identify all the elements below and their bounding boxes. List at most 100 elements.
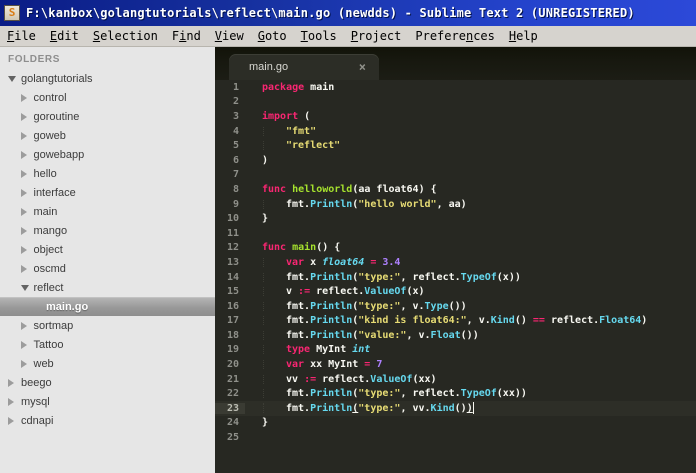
sidebar-item-golangtutorials[interactable]: golangtutorials	[0, 69, 215, 88]
menu-selection[interactable]: Selection	[86, 26, 165, 46]
menu-goto[interactable]: Goto	[251, 26, 294, 46]
menu-edit[interactable]: Edit	[43, 26, 86, 46]
code-line[interactable]: 23 fmt.Println("type:", vv.Kind())	[215, 401, 696, 416]
triangle-right-glyph	[20, 150, 27, 159]
menu-project[interactable]: Project	[344, 26, 409, 46]
sidebar-item-reflect[interactable]: reflect	[0, 278, 215, 297]
code-line[interactable]: 9 fmt.Println("hello world", aa)	[215, 197, 696, 212]
code-line[interactable]: 21 vv := reflect.ValueOf(xx)	[215, 372, 696, 387]
collapsed-arrow-icon[interactable]	[20, 226, 34, 235]
collapsed-arrow-icon[interactable]	[20, 188, 34, 197]
sidebar-item-mango[interactable]: mango	[0, 221, 215, 240]
code-line[interactable]: 11	[215, 226, 696, 241]
menu-find[interactable]: Find	[165, 26, 208, 46]
expanded-arrow-icon[interactable]	[20, 284, 34, 291]
collapsed-arrow-icon[interactable]	[8, 416, 21, 425]
code-line[interactable]: 25	[215, 430, 696, 445]
triangle-right-glyph	[8, 378, 14, 387]
collapsed-arrow-icon[interactable]	[20, 93, 34, 102]
code-token: Println	[310, 388, 353, 400]
sidebar-item-oscmd[interactable]: oscmd	[0, 259, 215, 278]
code-line[interactable]: 19 type MyInt int	[215, 343, 696, 358]
code-line[interactable]: 13 var x float64 = 3.4	[215, 255, 696, 270]
sidebar-item-object[interactable]: object	[0, 240, 215, 259]
tab-close-icon[interactable]: ×	[359, 60, 379, 74]
collapsed-arrow-icon[interactable]	[20, 245, 34, 254]
sidebar-item-gowebapp[interactable]: gowebapp	[0, 145, 215, 164]
sidebar-item-control[interactable]: control	[0, 88, 215, 107]
code-line[interactable]: 5 "reflect"	[215, 138, 696, 153]
sidebar-item-interface[interactable]: interface	[0, 183, 215, 202]
code-token: ())	[448, 300, 467, 312]
code-text: fmt.Println("type:", reflect.TypeOf(xx))	[262, 388, 527, 399]
sidebar-item-tattoo[interactable]: Tattoo	[0, 335, 215, 354]
menu-label-post: iew	[222, 29, 244, 43]
sidebar-item-sortmap[interactable]: sortmap	[0, 316, 215, 335]
line-number: 14	[226, 271, 239, 283]
code-editor[interactable]: 1 package main 2 3 import (4 "fmt" 5 "reflect" 6…	[215, 80, 696, 473]
menu-view[interactable]: View	[208, 26, 251, 46]
code-line[interactable]: 17 fmt.Println("kind is float64:", v.Kind…	[215, 314, 696, 329]
collapsed-arrow-icon[interactable]	[8, 397, 21, 406]
title-bar[interactable]: S F:\kanbox\golangtutorials\reflect\main…	[0, 0, 696, 26]
sidebar-item-main[interactable]: main	[0, 202, 215, 221]
tab-main-go[interactable]: main.go ×	[229, 54, 379, 80]
collapsed-arrow-icon[interactable]	[20, 359, 34, 368]
code-token: var	[286, 359, 305, 371]
code-token: "kind is float64:"	[358, 315, 467, 327]
sidebar-item-web[interactable]: web	[0, 354, 215, 373]
code-line[interactable]: 15 v := reflect.ValueOf(x)	[215, 284, 696, 299]
collapsed-arrow-icon[interactable]	[20, 150, 34, 159]
menu-preferences[interactable]: Preferences	[408, 26, 502, 46]
expanded-arrow-icon[interactable]	[8, 75, 21, 82]
code-line[interactable]: 10}	[215, 211, 696, 226]
sidebar-item-beego[interactable]: beego	[0, 373, 215, 392]
code-line[interactable]: 4 "fmt"	[215, 124, 696, 139]
collapsed-arrow-icon[interactable]	[20, 169, 34, 178]
indent-guide	[263, 316, 264, 326]
menu-tools[interactable]: Tools	[294, 26, 344, 46]
code-text: package main	[262, 82, 334, 93]
code-line[interactable]: 6)	[215, 153, 696, 168]
collapsed-arrow-icon[interactable]	[20, 131, 34, 140]
code-line[interactable]: 22 fmt.Println("type:", reflect.TypeOf(xx…	[215, 386, 696, 401]
code-line[interactable]: 24}	[215, 416, 696, 431]
code-line[interactable]: 7	[215, 168, 696, 183]
sidebar-item-goroutine[interactable]: goroutine	[0, 107, 215, 126]
sidebar-item-goweb[interactable]: goweb	[0, 126, 215, 145]
code-token: 7	[376, 359, 383, 371]
code-line[interactable]: 18 fmt.Println("value:", v.Float())	[215, 328, 696, 343]
sidebar-item-cdnapi[interactable]: cdnapi	[0, 411, 215, 430]
triangle-right-glyph	[20, 188, 27, 197]
collapsed-arrow-icon[interactable]	[20, 340, 34, 349]
code-text: import (	[262, 111, 310, 122]
code-token: package	[262, 81, 305, 93]
sidebar-item-hello[interactable]: hello	[0, 164, 215, 183]
sidebar-item-main-go[interactable]: main.go	[0, 297, 215, 316]
menu-file[interactable]: File	[0, 26, 43, 46]
line-number: 4	[232, 125, 239, 137]
code-line[interactable]: 1 package main	[215, 80, 696, 95]
code-token: Println	[310, 198, 353, 210]
indent-guide	[263, 330, 264, 340]
collapsed-arrow-icon[interactable]	[8, 378, 21, 387]
code-text: fmt.Println("type:", vv.Kind())	[262, 402, 474, 415]
code-text: func helloworld(aa float64) {	[262, 184, 437, 195]
code-line[interactable]: 2	[215, 95, 696, 110]
code-line[interactable]: 20 var xx MyInt = 7	[215, 357, 696, 372]
code-line[interactable]: 12 func main() {	[215, 241, 696, 256]
sidebar: FOLDERS golangtutorials control goroutine g…	[0, 47, 215, 473]
code-text: }	[262, 213, 268, 224]
code-line[interactable]: 14 fmt.Println("type:", reflect.TypeOf(x)…	[215, 270, 696, 285]
collapsed-arrow-icon[interactable]	[20, 207, 34, 216]
code-token: MyInt	[310, 344, 353, 356]
code-line[interactable]: 8 func helloworld(aa float64) {	[215, 182, 696, 197]
collapsed-arrow-icon[interactable]	[20, 264, 34, 273]
code-line[interactable]: 16 fmt.Println("type:", v.Type())	[215, 299, 696, 314]
code-token: Kind	[430, 403, 455, 415]
sidebar-item-mysql[interactable]: mysql	[0, 392, 215, 411]
code-line[interactable]: 3 import (	[215, 109, 696, 124]
collapsed-arrow-icon[interactable]	[20, 112, 34, 121]
menu-help[interactable]: Help	[502, 26, 545, 46]
collapsed-arrow-icon[interactable]	[20, 321, 34, 330]
